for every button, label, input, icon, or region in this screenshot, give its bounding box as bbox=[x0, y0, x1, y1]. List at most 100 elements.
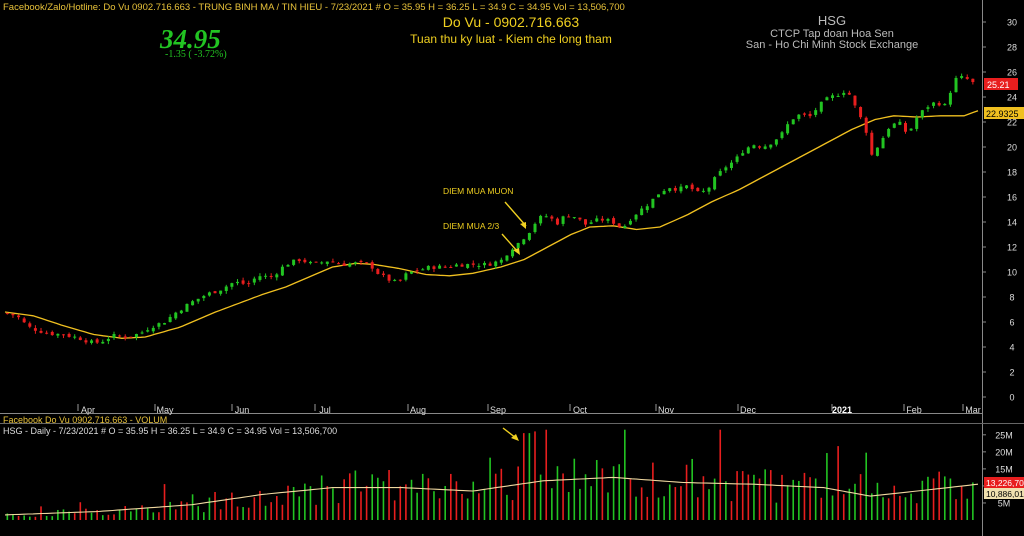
price-tick-label: 10 bbox=[1007, 268, 1017, 278]
month-tick-label: Feb bbox=[906, 405, 922, 415]
volume-bar bbox=[410, 479, 413, 520]
candle-body bbox=[780, 132, 784, 138]
candle-body bbox=[376, 269, 380, 274]
price-tick-label: 12 bbox=[1007, 243, 1017, 253]
volume-bar bbox=[730, 501, 733, 520]
candle-body bbox=[685, 185, 689, 189]
volume-bar bbox=[786, 485, 789, 520]
month-tick-label: Sep bbox=[490, 405, 506, 415]
candle-body bbox=[22, 318, 26, 323]
candle-body bbox=[932, 102, 936, 106]
candle-body bbox=[842, 92, 846, 95]
candle-body bbox=[415, 270, 419, 272]
candle-body bbox=[325, 261, 329, 264]
candle-body bbox=[286, 264, 290, 267]
candle-body bbox=[129, 336, 133, 338]
candle-body bbox=[752, 145, 756, 149]
volume-bar bbox=[736, 471, 738, 520]
candle-body bbox=[174, 312, 178, 319]
candle-body bbox=[314, 261, 318, 263]
candle-body bbox=[853, 95, 857, 106]
exchange-name: San - Ho Chi Minh Stock Exchange bbox=[746, 39, 918, 51]
price-tick-label: 16 bbox=[1007, 193, 1017, 203]
volume-bar bbox=[444, 485, 446, 520]
candle-body bbox=[903, 123, 907, 132]
candle-body bbox=[61, 334, 65, 336]
candle-body bbox=[735, 156, 739, 162]
volume-bar bbox=[270, 502, 272, 520]
volume-bar bbox=[191, 494, 194, 520]
price-tick-label: 8 bbox=[1009, 293, 1014, 303]
candle-body bbox=[235, 281, 239, 284]
volume-bar bbox=[842, 494, 845, 520]
candle-body bbox=[690, 184, 694, 190]
volume-tick-label: 15M bbox=[995, 464, 1013, 474]
price-tick-label: 2 bbox=[1009, 368, 1014, 378]
volume-bar bbox=[522, 433, 525, 520]
volume-bar bbox=[809, 477, 811, 520]
candle-body bbox=[11, 313, 15, 316]
volume-bar bbox=[107, 514, 110, 520]
volume-bar bbox=[146, 508, 149, 520]
candle-body bbox=[651, 198, 655, 208]
candle-body bbox=[802, 113, 806, 115]
volume-bar bbox=[455, 481, 458, 520]
price-tick-label: 20 bbox=[1007, 143, 1017, 153]
volume-bar bbox=[304, 483, 306, 520]
candle-body bbox=[645, 206, 649, 211]
volume-bar bbox=[607, 492, 609, 520]
volume-bar bbox=[769, 470, 772, 520]
volume-bar bbox=[747, 474, 750, 520]
candle-body bbox=[438, 265, 442, 269]
volume-bar bbox=[483, 488, 486, 520]
volume-bar bbox=[696, 497, 699, 520]
candle-body bbox=[640, 208, 644, 216]
volume-bar bbox=[130, 511, 132, 520]
volume-bar bbox=[73, 513, 76, 520]
candle-body bbox=[410, 271, 414, 274]
candle-body bbox=[230, 283, 234, 287]
candle-body bbox=[572, 217, 576, 219]
candle-body bbox=[595, 218, 599, 222]
volume-bar bbox=[685, 464, 688, 520]
candle-body bbox=[713, 177, 717, 190]
candle-body bbox=[909, 128, 913, 131]
volume-bar bbox=[219, 509, 222, 520]
volume-bar bbox=[719, 429, 722, 520]
last-volume-label: 13,226,70 bbox=[986, 478, 1024, 488]
candle-body bbox=[393, 279, 397, 281]
volume-bar bbox=[320, 475, 323, 520]
ma-value-label: 22.9325 bbox=[986, 109, 1019, 119]
volume-bar bbox=[326, 486, 329, 520]
candle-body bbox=[191, 301, 195, 306]
volume-bar bbox=[848, 488, 851, 520]
candle-body bbox=[308, 261, 312, 264]
candle-body bbox=[33, 328, 37, 331]
volume-bar bbox=[741, 471, 744, 520]
candle-body bbox=[600, 218, 604, 221]
candle-body bbox=[808, 113, 812, 117]
volume-bar bbox=[416, 492, 418, 520]
volume-bar bbox=[264, 505, 267, 520]
volume-bar bbox=[466, 498, 469, 520]
candle-body bbox=[724, 167, 728, 171]
candle-body bbox=[825, 97, 829, 101]
volume-bar bbox=[652, 462, 654, 520]
volume-bar bbox=[135, 508, 138, 520]
candle-body bbox=[550, 216, 554, 219]
volume-bar bbox=[399, 486, 402, 520]
candle-body bbox=[320, 262, 324, 264]
volume-bar bbox=[859, 474, 862, 520]
candle-body bbox=[348, 263, 352, 267]
volume-bar bbox=[298, 496, 301, 520]
candle-body bbox=[864, 117, 868, 133]
candle-body bbox=[303, 259, 307, 263]
candle-body bbox=[634, 214, 638, 220]
volume-bar bbox=[590, 486, 592, 520]
candle-body bbox=[56, 333, 60, 336]
volume-bar bbox=[955, 499, 957, 520]
volume-tick-label: 20M bbox=[995, 447, 1013, 457]
volume-bar bbox=[51, 516, 54, 520]
candle-body bbox=[179, 310, 183, 314]
volume-bar bbox=[500, 468, 503, 520]
